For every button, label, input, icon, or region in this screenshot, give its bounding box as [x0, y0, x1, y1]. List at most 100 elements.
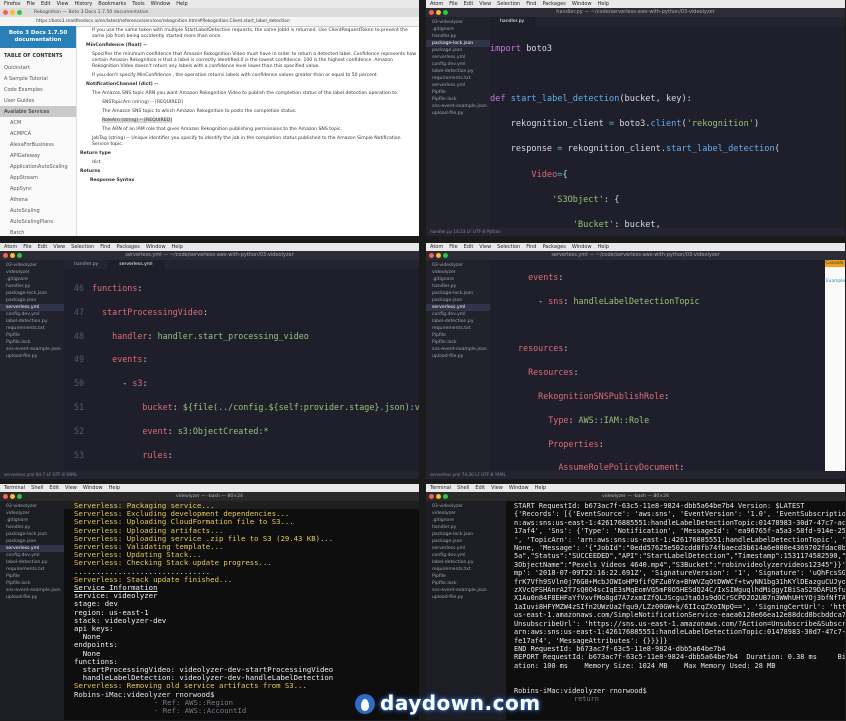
menu-item[interactable]: File — [23, 244, 31, 250]
tree-item[interactable]: requirements.txt — [426, 75, 490, 82]
tree-item[interactable]: sns-event-example.json — [0, 346, 64, 353]
tree-item[interactable]: handler.py — [426, 524, 506, 531]
tree-item[interactable]: package-lock.json — [426, 40, 490, 47]
tree-item[interactable]: package.json — [0, 297, 64, 304]
menu-item[interactable]: History — [75, 1, 93, 7]
tree-item[interactable]: config.dev.yml — [426, 552, 506, 559]
menu-item[interactable]: View — [57, 1, 69, 7]
menu-item[interactable]: Selection — [497, 244, 520, 250]
tree-item[interactable]: upload-file.py — [426, 594, 506, 601]
menu-item[interactable]: View — [53, 244, 65, 250]
tree-item[interactable]: handler.py — [0, 283, 64, 290]
tree-item[interactable]: serverless.yml — [426, 545, 506, 552]
menu-item[interactable]: Atom — [4, 244, 17, 250]
menu-item[interactable]: Edit — [475, 485, 485, 491]
menu-item[interactable]: Bookmarks — [98, 1, 126, 7]
tree-item[interactable]: label-detection.py — [0, 559, 64, 566]
menu-item[interactable]: Edit — [464, 244, 474, 250]
service-link[interactable]: ACM — [0, 117, 76, 128]
tree-item[interactable]: Pipfile.lock — [426, 96, 490, 103]
tree-item[interactable]: serverless.yml — [0, 545, 64, 552]
tree-item[interactable]: .gitignore — [426, 517, 506, 524]
menu-item[interactable]: Selection — [497, 1, 520, 7]
menu-item[interactable]: Terminal — [4, 485, 25, 491]
tree-item[interactable]: package.json — [0, 538, 64, 545]
tree-item[interactable]: videolyzer — [426, 510, 506, 517]
menu-item[interactable]: File — [449, 244, 457, 250]
terminal-output[interactable]: Serverless: Packaging service... Serverle… — [70, 502, 419, 720]
editor-tab[interactable]: serverless.yml — [109, 260, 164, 269]
browser-tab[interactable]: Rekognition — Boto 3 Docs 1.7.50 documen… — [34, 10, 149, 15]
tree-item[interactable]: Pipfile.lock — [426, 580, 506, 587]
tree-item[interactable]: config.dev.yml — [426, 311, 490, 318]
code-editor[interactable]: events: - sns: handleLabelDetectionTopic… — [490, 260, 825, 471]
tree-item[interactable]: label-detection.py — [426, 318, 490, 325]
menu-item[interactable]: Tools — [132, 1, 144, 7]
menu-item[interactable]: Help — [172, 244, 183, 250]
tree-item[interactable]: .gitignore — [0, 276, 64, 283]
tree-item[interactable]: serverless.yml — [426, 82, 490, 89]
tree-item[interactable]: handler.py — [426, 33, 490, 40]
tree-item[interactable]: serverless.yml — [426, 54, 490, 61]
tree-item[interactable]: handler.py — [426, 283, 490, 290]
menu-item[interactable]: Edit — [464, 1, 474, 7]
examples-link[interactable]: Examples — [825, 267, 845, 284]
menu-item[interactable]: Find — [100, 244, 110, 250]
menu-item[interactable]: Shell — [457, 485, 469, 491]
tree-item[interactable]: requirements.txt — [426, 566, 506, 573]
tree-item[interactable]: package-lock.json — [0, 531, 64, 538]
menu-item[interactable]: Help — [598, 244, 609, 250]
tree-item[interactable]: upload-file.py — [426, 110, 490, 117]
menu-item[interactable]: Atom — [430, 244, 443, 250]
toc-link[interactable]: Available Services — [0, 106, 76, 117]
tree-item[interactable]: Pipfile.lock — [0, 339, 64, 346]
tree-item[interactable]: 03-videolyzer — [426, 503, 506, 510]
tree-item[interactable]: upload-file.py — [426, 353, 490, 360]
tree-item[interactable]: package-lock.json — [0, 290, 64, 297]
tree-item[interactable]: requirements.txt — [0, 566, 64, 573]
service-link[interactable]: AppStream — [0, 172, 76, 183]
tree-item[interactable]: .gitignore — [426, 26, 490, 33]
menu-item[interactable]: Window — [83, 485, 103, 491]
tree-item[interactable]: package-lock.json — [426, 290, 490, 297]
tree-item[interactable]: videolyzer — [426, 269, 490, 276]
editor-tab[interactable]: handler.py — [490, 17, 536, 26]
service-link[interactable]: AlexaForBusiness — [0, 139, 76, 150]
tree-item[interactable]: sns-event-example.json — [426, 587, 506, 594]
tree-item[interactable]: Pipfile — [426, 89, 490, 96]
menu-item[interactable]: Packages — [542, 244, 565, 250]
tree-item[interactable]: requirements.txt — [426, 325, 490, 332]
tree-item[interactable]: sns-event-example.json — [426, 346, 490, 353]
terminal-output[interactable]: START RequestId: b673ac7f-63c5-11e8-9824… — [510, 502, 845, 720]
tree-item[interactable]: package.json — [426, 47, 490, 54]
menu-item[interactable]: View — [491, 485, 503, 491]
tree-item[interactable]: upload-file.py — [0, 353, 64, 360]
menu-item[interactable]: Window — [509, 485, 529, 491]
console-button[interactable]: Console — [825, 260, 845, 267]
menu-item[interactable]: Selection — [71, 244, 94, 250]
tree-item[interactable]: 03-videolyzer — [426, 19, 490, 26]
menu-item[interactable]: Packages — [116, 244, 139, 250]
menu-item[interactable]: Firefox — [4, 1, 21, 7]
menu-item[interactable]: Help — [176, 1, 187, 7]
service-link[interactable]: ACMPCA — [0, 128, 76, 139]
tree-item[interactable]: requirements.txt — [0, 325, 64, 332]
tree-item[interactable]: Pipfile — [426, 332, 490, 339]
service-link[interactable]: ApplicationAutoScaling — [0, 161, 76, 172]
menu-item[interactable]: Help — [535, 485, 546, 491]
editor-tab[interactable]: handler.py — [64, 260, 110, 269]
tree-item[interactable]: config.dev.yml — [426, 61, 490, 68]
tree-item[interactable]: serverless.yml — [0, 304, 64, 311]
tree-item[interactable]: upload-file.py — [0, 594, 64, 601]
code-editor[interactable]: import boto3 def start_label_detection(b… — [490, 30, 845, 228]
tree-item[interactable]: Pipfile.lock — [426, 339, 490, 346]
tree-item[interactable]: Pipfile — [0, 573, 64, 580]
menu-item[interactable]: Packages — [542, 1, 565, 7]
tree-item[interactable]: .gitignore — [426, 276, 490, 283]
tree-item[interactable]: sns-event-example.json — [0, 587, 64, 594]
menu-item[interactable]: Atom — [430, 1, 443, 7]
menu-item[interactable]: Window — [146, 244, 166, 250]
tree-item[interactable]: 03-videolyzer — [426, 262, 490, 269]
tree-item[interactable]: Pipfile — [0, 332, 64, 339]
menu-item[interactable]: Find — [526, 244, 536, 250]
